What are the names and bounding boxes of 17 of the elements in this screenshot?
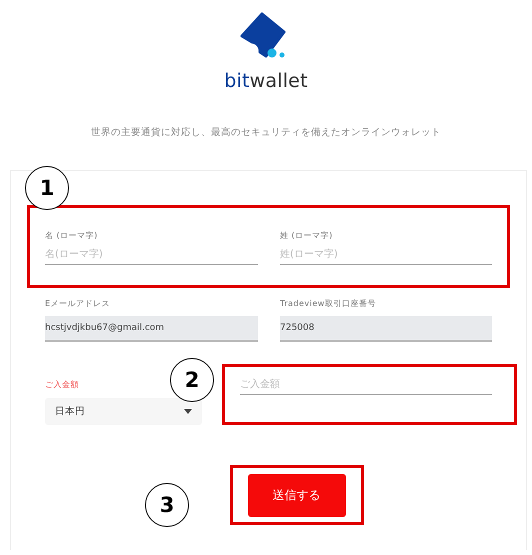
input-field[interactable]: 名(ローマ字) <box>45 241 258 265</box>
currency-select[interactable]: 日本円 <box>45 398 202 425</box>
input-field[interactable]: 725008 <box>280 316 492 342</box>
step-marker: 3 <box>145 483 189 527</box>
input-field[interactable]: 姓(ローマ字) <box>280 241 492 265</box>
tagline: 世界の主要通貨に対応し、最高のセキュリティを備えたオンラインウォレット <box>91 126 441 139</box>
field-label: Tradeview取引口座番号 <box>280 298 377 309</box>
logo-wordmark: bitwallet <box>224 70 308 92</box>
step-marker: 2 <box>170 358 214 402</box>
field-label: Eメールアドレス <box>45 298 112 309</box>
submit-button[interactable]: 送信する <box>248 474 346 516</box>
field-label: 姓 (ローマ字) <box>280 230 334 241</box>
field-label: 名 (ローマ字) <box>45 230 99 241</box>
input-field[interactable]: hcstjvdjkbu67@gmail.com <box>45 316 258 342</box>
input-field[interactable]: ご入金額 <box>240 371 492 395</box>
step-marker: 1 <box>25 166 69 210</box>
caret-icon <box>184 409 192 414</box>
